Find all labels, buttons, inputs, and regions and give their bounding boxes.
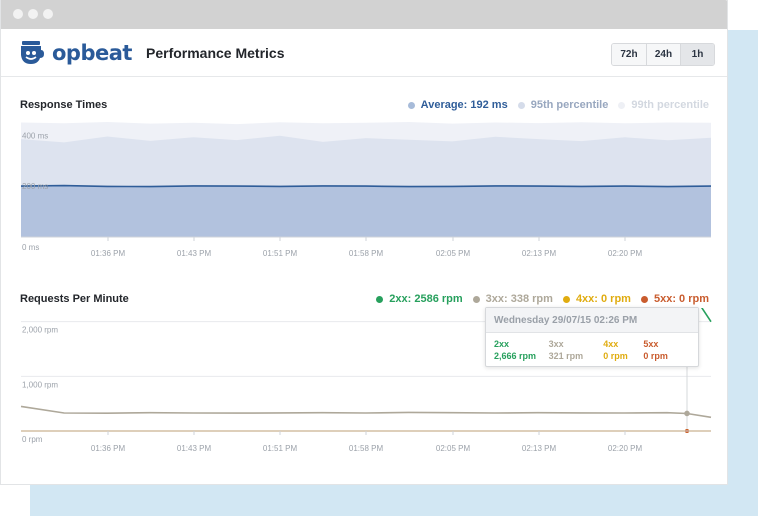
legend-99th[interactable]: 99th percentile	[618, 99, 709, 111]
window-close-dot[interactable]	[13, 9, 23, 19]
response-x-tick-label: 02:13 PM	[522, 249, 557, 258]
rpm-hover-point	[684, 410, 690, 417]
rpm-x-tick-label: 02:13 PM	[522, 444, 557, 453]
legend-4xx[interactable]: 4xx: 0 rpm	[562, 293, 631, 305]
response-x-tick-label: 01:36 PM	[91, 249, 126, 258]
legend-average-label: Average: 192 ms	[420, 99, 508, 111]
app-header: opbeat Performance Metrics 72h 24h 1h	[1, 29, 727, 77]
response-x-tick-label: 02:20 PM	[608, 249, 643, 258]
legend-5xx[interactable]: 5xx: 0 rpm	[640, 293, 709, 305]
legend-95th[interactable]: 95th percentile	[517, 99, 609, 111]
tooltip-title: Wednesday 29/07/15 02:26 PM	[486, 308, 698, 333]
brand-logo[interactable]: opbeat	[19, 39, 132, 67]
requests-per-minute-title: Requests Per Minute	[20, 293, 129, 305]
rpm-y-tick-label: 0 rpm	[22, 435, 43, 444]
tooltip-3xx-name: 3xx	[548, 339, 564, 349]
window-titlebar	[1, 0, 727, 29]
chart-tooltip: Wednesday 29/07/15 02:26 PM 2xx 2,666 rp…	[485, 307, 699, 367]
tooltip-values: 2xx 2,666 rpm 3xx 321 rpm 4xx 0 rpm 5xx …	[486, 333, 698, 362]
range-24h-button[interactable]: 24h	[646, 44, 680, 65]
response-x-tick-label: 01:58 PM	[349, 249, 384, 258]
legend-3xx[interactable]: 3xx: 338 rpm	[472, 293, 553, 305]
tooltip-col-3xx: 3xx 321 rpm	[549, 338, 604, 362]
legend-4xx-label: 4xx: 0 rpm	[575, 293, 631, 305]
legend-5xx-label: 5xx: 0 rpm	[653, 293, 709, 305]
rpm-y-tick-label: 2,000 rpm	[22, 326, 58, 335]
legend-2xx[interactable]: 2xx: 2586 rpm	[376, 293, 463, 305]
rpm-x-tick-label: 01:58 PM	[349, 444, 384, 453]
legend-95th-label: 95th percentile	[530, 99, 609, 111]
legend-dot-icon	[562, 295, 570, 303]
legend-average[interactable]: Average: 192 ms	[407, 99, 508, 111]
legend-dot-icon	[517, 101, 525, 109]
rpm-x-tick-label: 02:05 PM	[436, 444, 471, 453]
tooltip-col-4xx: 4xx 0 rpm	[603, 338, 643, 362]
tooltip-col-5xx: 5xx 0 rpm	[643, 338, 698, 362]
requests-legend: 2xx: 2586 rpm 3xx: 338 rpm 4xx: 0 rpm 5x…	[366, 293, 709, 305]
window-minimize-dot[interactable]	[28, 9, 38, 19]
rpm-x-tick-label: 02:20 PM	[608, 444, 643, 453]
app-window: opbeat Performance Metrics 72h 24h 1h Re…	[0, 0, 728, 485]
tooltip-5xx-value: 0 rpm	[643, 351, 668, 361]
range-72h-button[interactable]: 72h	[612, 44, 646, 65]
tooltip-2xx-name: 2xx	[494, 339, 510, 349]
legend-3xx-label: 3xx: 338 rpm	[485, 293, 553, 305]
response-times-legend: Average: 192 ms 95th percentile 99th per…	[398, 99, 709, 111]
response-average-line	[20, 184, 712, 188]
opbeat-logo-icon	[21, 41, 44, 64]
brand-name: opbeat	[52, 41, 132, 65]
response-y-tick-label: 200 ms	[22, 182, 48, 191]
rpm-x-tick-label: 01:43 PM	[177, 444, 212, 453]
rpm-3xx-line	[20, 405, 712, 419]
rpm-x-tick-label: 01:36 PM	[91, 444, 126, 453]
legend-2xx-label: 2xx: 2586 rpm	[389, 293, 463, 305]
tooltip-4xx-name: 4xx	[603, 339, 619, 349]
rpm-x-tick-label: 01:51 PM	[263, 444, 298, 453]
response-times-chart[interactable]: 400 ms 200 ms 0 ms 01:36 PM 01:43 PM 01:51 PM…	[1, 118, 728, 262]
response-y-tick-label: 0 ms	[22, 243, 39, 252]
legend-dot-icon	[640, 295, 648, 303]
response-x-tick-label: 01:51 PM	[263, 249, 298, 258]
window-zoom-dot[interactable]	[43, 9, 53, 19]
legend-dot-icon	[376, 295, 384, 303]
response-y-tick-label: 400 ms	[22, 131, 48, 140]
page-title: Performance Metrics	[146, 45, 285, 61]
legend-99th-label: 99th percentile	[631, 99, 709, 111]
response-area-average	[21, 185, 711, 237]
rpm-y-tick-label: 1,000 rpm	[22, 380, 58, 389]
tooltip-col-2xx: 2xx 2,666 rpm	[494, 338, 549, 362]
range-1h-button[interactable]: 1h	[680, 44, 714, 65]
tooltip-2xx-value: 2,666 rpm	[494, 351, 537, 361]
legend-dot-icon	[618, 101, 626, 109]
tooltip-3xx-value: 321 rpm	[548, 351, 584, 361]
legend-dot-icon	[407, 101, 415, 109]
tooltip-5xx-name: 5xx	[643, 339, 659, 349]
response-times-title: Response Times	[20, 99, 108, 111]
response-x-tick-label: 02:05 PM	[436, 249, 471, 258]
legend-dot-icon	[472, 295, 480, 303]
response-x-tick-label: 01:43 PM	[177, 249, 212, 258]
time-range-selector: 72h 24h 1h	[611, 43, 715, 66]
tooltip-4xx-value: 0 rpm	[603, 351, 628, 361]
